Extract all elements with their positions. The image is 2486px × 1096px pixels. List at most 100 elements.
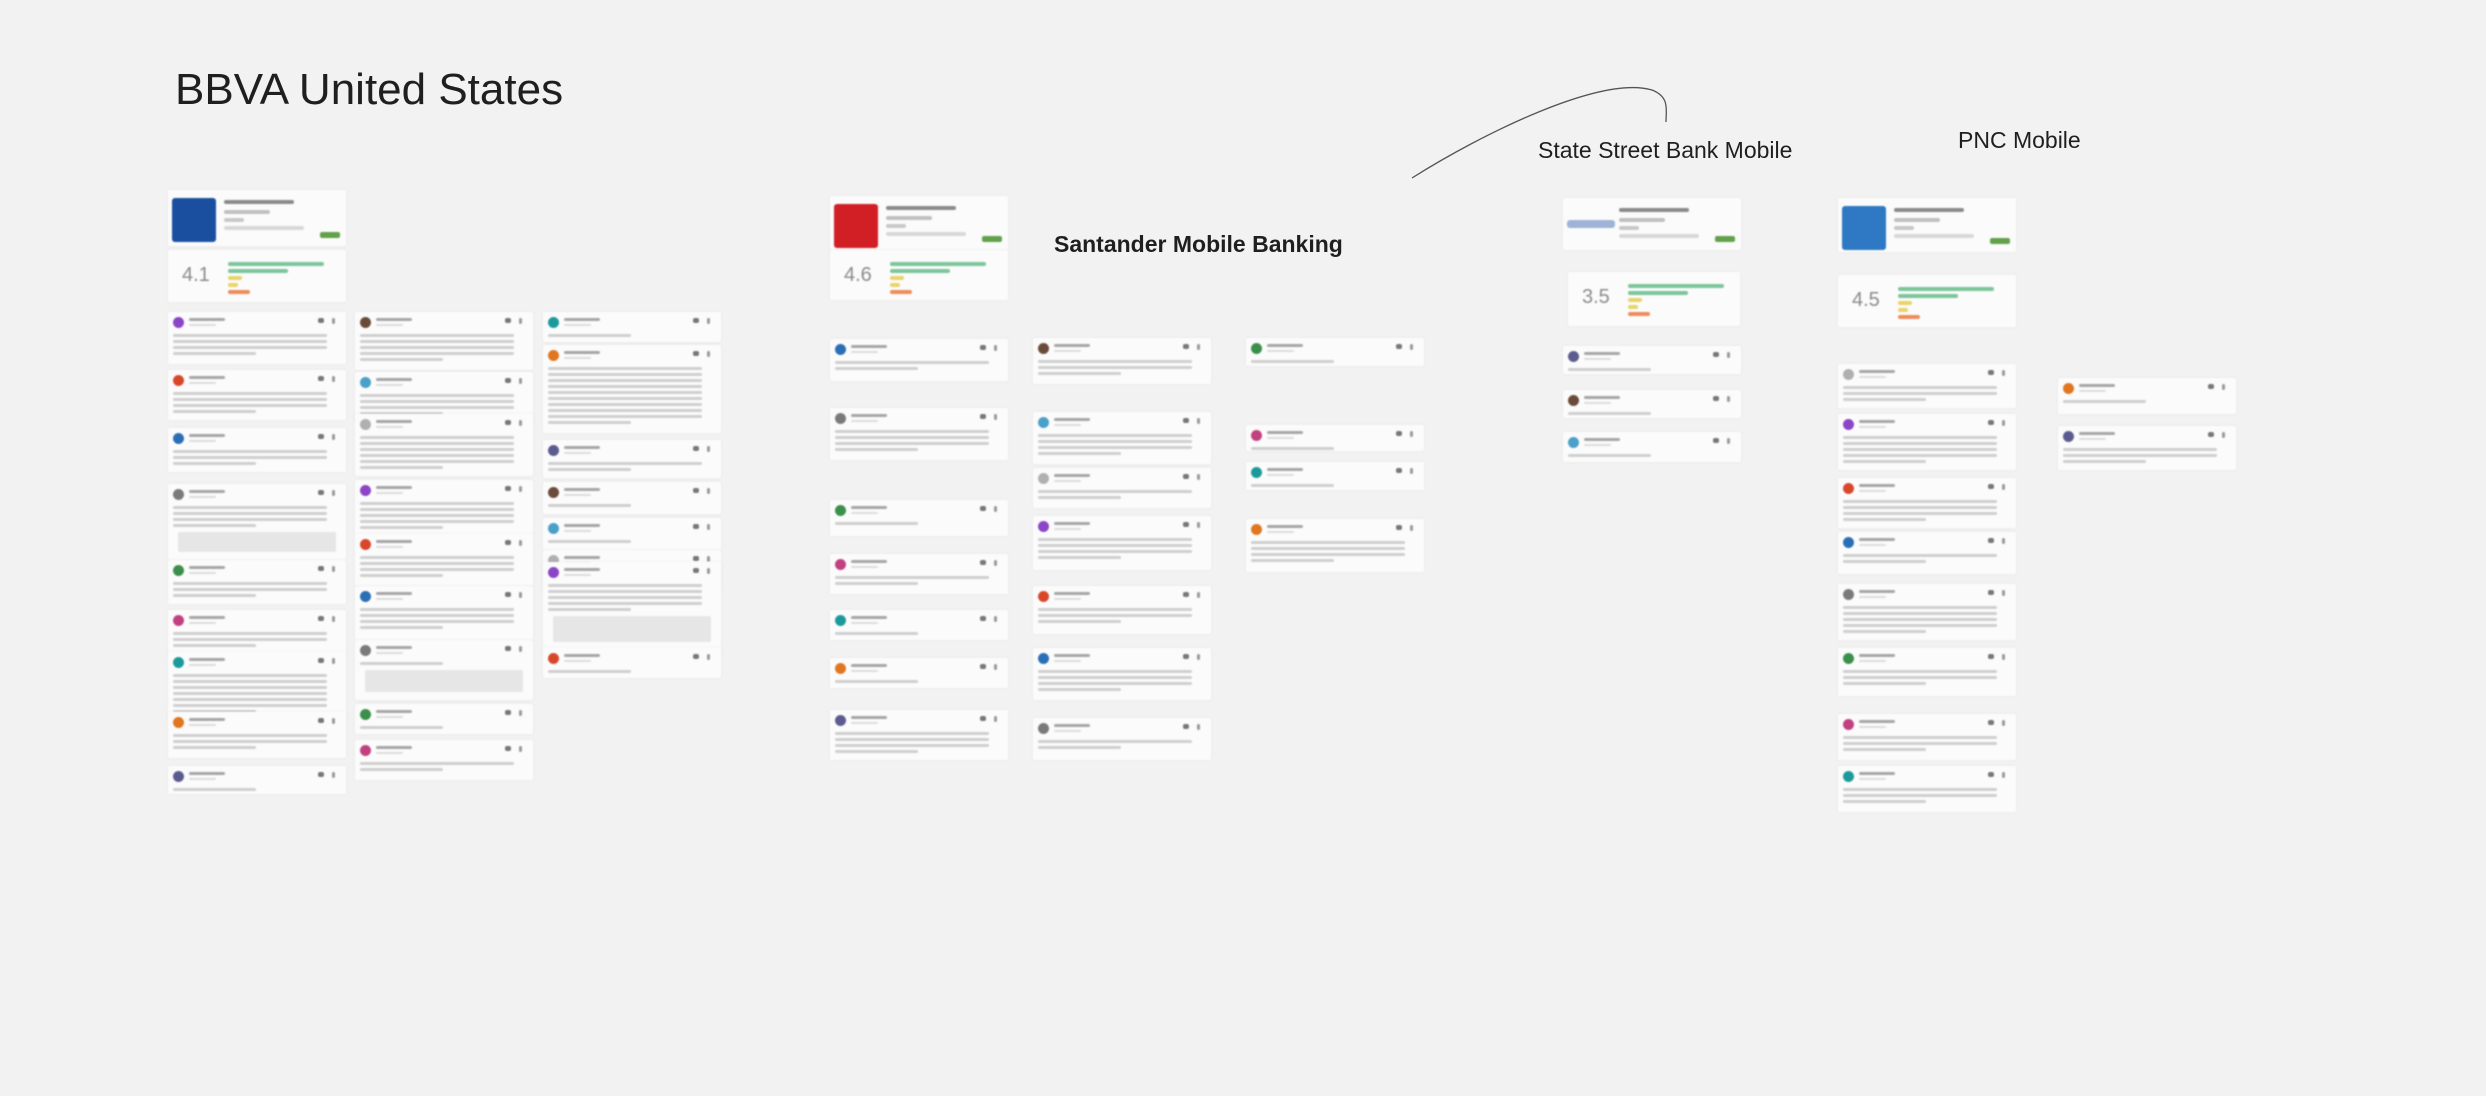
more-options-icon[interactable]: [994, 616, 997, 622]
more-options-icon[interactable]: [1727, 352, 1730, 358]
like-icon[interactable]: [1183, 474, 1189, 479]
more-options-icon[interactable]: [332, 658, 335, 664]
like-icon[interactable]: [693, 556, 699, 561]
like-icon[interactable]: [693, 568, 699, 573]
like-icon[interactable]: [1988, 420, 1994, 425]
like-icon[interactable]: [1183, 654, 1189, 659]
like-icon[interactable]: [1396, 344, 1402, 349]
like-icon[interactable]: [1183, 592, 1189, 597]
more-options-icon[interactable]: [519, 420, 522, 426]
more-options-icon[interactable]: [707, 318, 710, 324]
app-header-card[interactable]: [1838, 198, 2016, 252]
more-options-icon[interactable]: [2222, 432, 2225, 438]
like-icon[interactable]: [1713, 396, 1719, 401]
more-options-icon[interactable]: [332, 376, 335, 382]
more-options-icon[interactable]: [1410, 468, 1413, 474]
like-icon[interactable]: [2208, 384, 2214, 389]
like-icon[interactable]: [505, 592, 511, 597]
like-icon[interactable]: [980, 506, 986, 511]
more-options-icon[interactable]: [1197, 592, 1200, 598]
like-icon[interactable]: [693, 524, 699, 529]
install-button[interactable]: [320, 232, 340, 238]
more-options-icon[interactable]: [332, 718, 335, 724]
like-icon[interactable]: [1396, 468, 1402, 473]
like-icon[interactable]: [2208, 432, 2214, 437]
more-options-icon[interactable]: [332, 318, 335, 324]
like-icon[interactable]: [693, 446, 699, 451]
more-options-icon[interactable]: [519, 746, 522, 752]
more-options-icon[interactable]: [1197, 344, 1200, 350]
more-options-icon[interactable]: [519, 592, 522, 598]
more-options-icon[interactable]: [1727, 396, 1730, 402]
like-icon[interactable]: [318, 434, 324, 439]
more-options-icon[interactable]: [332, 434, 335, 440]
like-icon[interactable]: [980, 560, 986, 565]
like-icon[interactable]: [505, 746, 511, 751]
like-icon[interactable]: [980, 716, 986, 721]
install-button[interactable]: [1990, 238, 2010, 244]
like-icon[interactable]: [318, 490, 324, 495]
like-icon[interactable]: [1988, 484, 1994, 489]
more-options-icon[interactable]: [707, 351, 710, 357]
like-icon[interactable]: [318, 718, 324, 723]
more-options-icon[interactable]: [2002, 654, 2005, 660]
like-icon[interactable]: [318, 658, 324, 663]
more-options-icon[interactable]: [994, 414, 997, 420]
more-options-icon[interactable]: [2002, 720, 2005, 726]
more-options-icon[interactable]: [332, 616, 335, 622]
like-icon[interactable]: [980, 345, 986, 350]
like-icon[interactable]: [980, 664, 986, 669]
app-header-card[interactable]: [168, 190, 346, 246]
more-options-icon[interactable]: [519, 540, 522, 546]
like-icon[interactable]: [1396, 525, 1402, 530]
more-options-icon[interactable]: [1197, 654, 1200, 660]
more-options-icon[interactable]: [1197, 522, 1200, 528]
like-icon[interactable]: [1988, 772, 1994, 777]
more-options-icon[interactable]: [707, 488, 710, 494]
more-options-icon[interactable]: [1410, 344, 1413, 350]
like-icon[interactable]: [318, 318, 324, 323]
more-options-icon[interactable]: [1410, 431, 1413, 437]
like-icon[interactable]: [318, 616, 324, 621]
like-icon[interactable]: [1183, 418, 1189, 423]
more-options-icon[interactable]: [2002, 538, 2005, 544]
like-icon[interactable]: [693, 654, 699, 659]
like-icon[interactable]: [693, 351, 699, 356]
like-icon[interactable]: [693, 488, 699, 493]
like-icon[interactable]: [318, 772, 324, 777]
more-options-icon[interactable]: [2002, 590, 2005, 596]
like-icon[interactable]: [693, 318, 699, 323]
like-icon[interactable]: [1988, 370, 1994, 375]
like-icon[interactable]: [1988, 538, 1994, 543]
more-options-icon[interactable]: [994, 345, 997, 351]
like-icon[interactable]: [505, 420, 511, 425]
install-button[interactable]: [982, 236, 1002, 242]
like-icon[interactable]: [980, 616, 986, 621]
more-options-icon[interactable]: [707, 524, 710, 530]
more-options-icon[interactable]: [1197, 724, 1200, 730]
like-icon[interactable]: [1713, 438, 1719, 443]
like-icon[interactable]: [505, 540, 511, 545]
more-options-icon[interactable]: [519, 318, 522, 324]
app-header-card[interactable]: [1563, 198, 1741, 250]
more-options-icon[interactable]: [519, 378, 522, 384]
like-icon[interactable]: [505, 318, 511, 323]
more-options-icon[interactable]: [332, 566, 335, 572]
more-options-icon[interactable]: [994, 506, 997, 512]
more-options-icon[interactable]: [2002, 484, 2005, 490]
like-icon[interactable]: [318, 566, 324, 571]
more-options-icon[interactable]: [1197, 418, 1200, 424]
more-options-icon[interactable]: [707, 446, 710, 452]
more-options-icon[interactable]: [994, 560, 997, 566]
like-icon[interactable]: [1183, 724, 1189, 729]
app-header-card[interactable]: [830, 196, 1008, 250]
like-icon[interactable]: [1988, 720, 1994, 725]
like-icon[interactable]: [505, 378, 511, 383]
like-icon[interactable]: [505, 646, 511, 651]
like-icon[interactable]: [505, 486, 511, 491]
like-icon[interactable]: [505, 710, 511, 715]
like-icon[interactable]: [1713, 352, 1719, 357]
more-options-icon[interactable]: [994, 716, 997, 722]
more-options-icon[interactable]: [707, 568, 710, 574]
more-options-icon[interactable]: [2002, 370, 2005, 376]
